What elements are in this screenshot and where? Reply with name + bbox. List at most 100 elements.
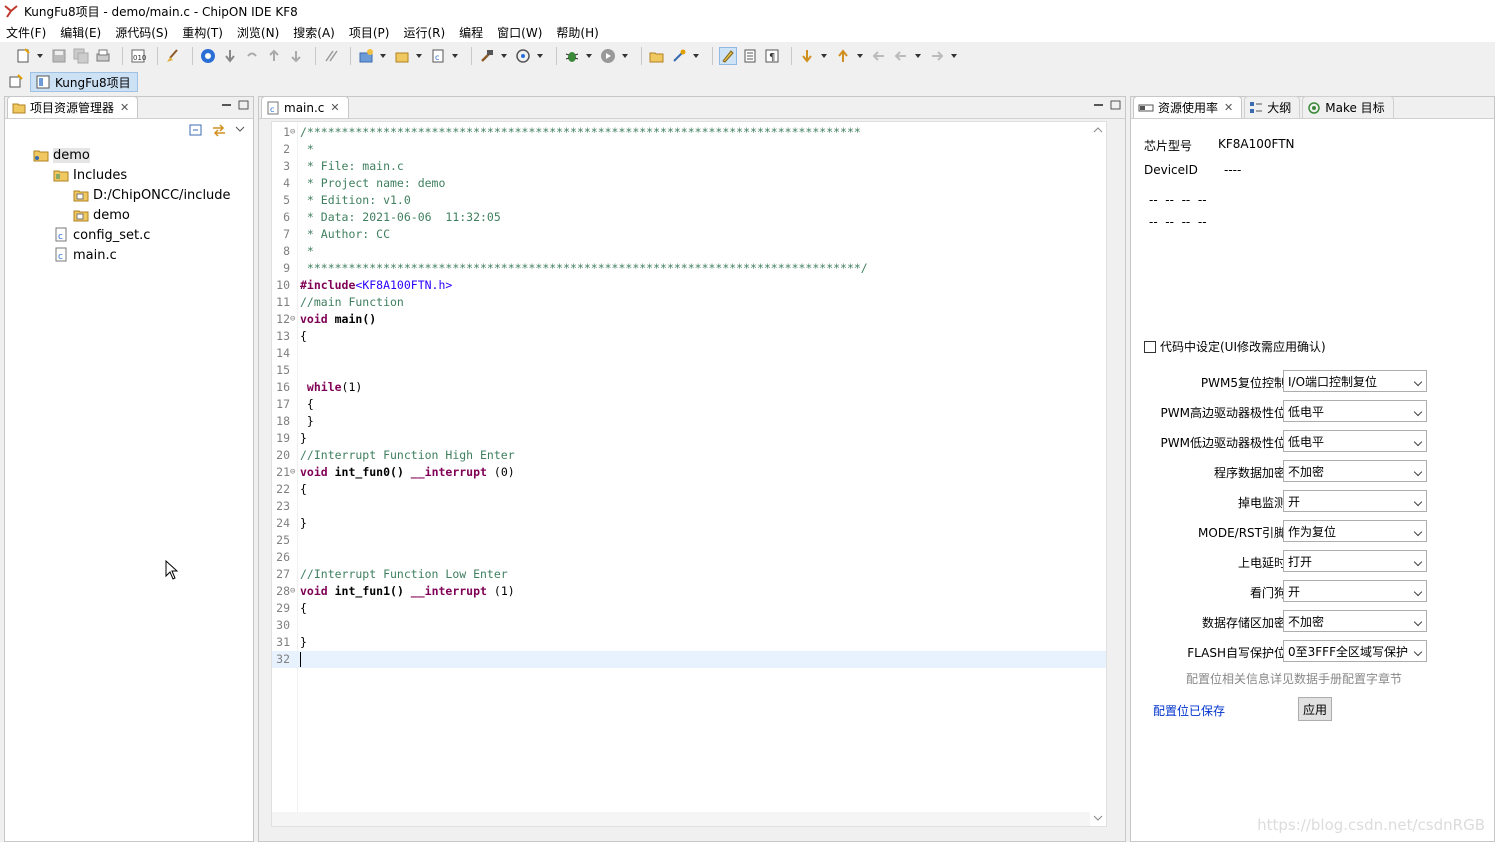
chip-settings-icon[interactable] [514, 47, 532, 65]
step-down-icon[interactable] [287, 47, 305, 65]
menu-item[interactable]: 运行(R) [403, 24, 445, 41]
new-folder-icon[interactable] [393, 47, 411, 65]
debug-dropdown[interactable] [585, 47, 593, 65]
code-editor[interactable]: 1 ⊖/*************************************… [271, 121, 1107, 827]
binary-icon[interactable]: 010 [129, 47, 147, 65]
config-select[interactable]: 不加密 [1283, 610, 1427, 632]
new-file-dropdown[interactable] [451, 47, 459, 65]
tree-item[interactable]: D:/ChipONCC/include [25, 185, 231, 205]
config-select[interactable]: 低电平 [1283, 430, 1427, 452]
back-icon[interactable] [892, 47, 910, 65]
minimize-icon[interactable] [221, 100, 232, 110]
code-setting-checkbox-row[interactable]: 代码中设定(UI修改需应用确认) [1144, 338, 1326, 355]
comment-icon[interactable] [322, 47, 340, 65]
forward-dropdown[interactable] [950, 47, 958, 65]
build-dropdown[interactable] [500, 47, 508, 65]
forward-icon[interactable] [928, 47, 946, 65]
config-select[interactable]: 开 [1283, 490, 1427, 512]
menu-item[interactable]: 帮助(H) [556, 24, 598, 41]
view-menu-icon[interactable] [235, 123, 245, 137]
tab-right-panel[interactable]: 大纲 [1244, 96, 1301, 118]
new-project-dropdown[interactable] [379, 47, 387, 65]
code-setting-checkbox[interactable] [1144, 340, 1156, 353]
config-select[interactable]: 作为复位 [1283, 520, 1427, 542]
tree-item[interactable]: Includes [25, 165, 231, 185]
back-dropdown[interactable] [914, 47, 922, 65]
open-folder-icon[interactable] [648, 47, 666, 65]
config-select[interactable]: 不加密 [1283, 460, 1427, 482]
prev-annotation-dropdown[interactable] [856, 47, 864, 65]
debug-icon[interactable] [563, 47, 581, 65]
tab-right-panel[interactable]: Make 目标 [1302, 96, 1394, 118]
menu-item[interactable]: 重构(T) [182, 24, 223, 41]
download-icon[interactable] [221, 47, 239, 65]
highlight-icon[interactable] [719, 47, 737, 65]
prev-annotation-icon[interactable] [834, 47, 852, 65]
build-icon[interactable] [478, 47, 496, 65]
tools-dropdown[interactable] [692, 47, 700, 65]
last-edit-icon[interactable] [870, 47, 888, 65]
print-icon[interactable] [94, 47, 112, 65]
config-select[interactable]: 打开 [1283, 550, 1427, 572]
link-editor-icon[interactable] [211, 123, 227, 137]
menu-item[interactable]: 浏览(N) [237, 24, 279, 41]
block-select-icon[interactable] [741, 47, 759, 65]
config-select[interactable]: 开 [1283, 580, 1427, 602]
config-saved-link[interactable]: 配置位已保存 [1153, 702, 1225, 719]
new-dropdown[interactable] [36, 47, 44, 65]
perspective-kungfu8[interactable]: KungFu8项目 [30, 72, 138, 92]
config-select[interactable]: 低电平 [1283, 400, 1427, 422]
new-project-icon[interactable] [357, 47, 375, 65]
run-icon[interactable] [599, 47, 617, 65]
save-icon[interactable] [50, 47, 68, 65]
tools-icon[interactable] [670, 47, 688, 65]
tree-item[interactable]: demo [25, 205, 231, 225]
menu-item[interactable]: 搜索(A) [293, 24, 335, 41]
globe-icon[interactable] [199, 47, 217, 65]
fold-toggle-icon[interactable]: ⊖ [290, 311, 295, 328]
show-whitespace-icon[interactable]: ¶ [763, 47, 781, 65]
config-select[interactable]: I/O端口控制复位 [1283, 370, 1427, 392]
tree-item[interactable]: c main.c [25, 245, 231, 265]
code-text: * Data: 2021-06-06 11:32:05 [300, 210, 501, 224]
horizontal-scrollbar[interactable] [272, 812, 1090, 826]
menu-item[interactable]: 文件(F) [6, 24, 46, 41]
close-icon[interactable]: ✕ [120, 101, 129, 114]
new-icon[interactable] [14, 47, 32, 65]
window-title: KungFu8项目 - demo/main.c - ChipON IDE KF8 [24, 4, 298, 19]
menu-item[interactable]: 源代码(S) [115, 24, 168, 41]
fold-toggle-icon[interactable]: ⊖ [290, 124, 295, 141]
save-all-icon[interactable] [72, 47, 90, 65]
tree-item[interactable]: c config_set.c [25, 225, 231, 245]
close-icon[interactable]: ✕ [1224, 101, 1233, 114]
menu-item[interactable]: 编辑(E) [60, 24, 101, 41]
next-annotation-dropdown[interactable] [820, 47, 828, 65]
menu-item[interactable]: 编程 [459, 24, 483, 41]
tab-right-panel[interactable]: 资源使用率 ✕ [1133, 96, 1243, 118]
scroll-down-icon[interactable] [1090, 812, 1106, 824]
maximize-icon[interactable] [238, 100, 249, 110]
clean-icon[interactable] [164, 47, 182, 65]
menu-item[interactable]: 项目(P) [349, 24, 390, 41]
new-folder-dropdown[interactable] [415, 47, 423, 65]
close-icon[interactable]: ✕ [330, 101, 339, 114]
menu-item[interactable]: 窗口(W) [497, 24, 542, 41]
tab-main-c[interactable]: c main.c ✕ [261, 96, 349, 118]
tree-item[interactable]: demo [25, 145, 231, 165]
config-label: FLASH自写保护位 [1187, 646, 1286, 660]
chip-settings-dropdown[interactable] [536, 47, 544, 65]
undo-icon[interactable] [243, 47, 261, 65]
minimize-icon[interactable] [1093, 100, 1104, 110]
new-file-icon[interactable]: c [429, 47, 447, 65]
collapse-all-icon[interactable] [189, 123, 203, 137]
run-dropdown[interactable] [621, 47, 629, 65]
fold-toggle-icon[interactable]: ⊖ [290, 464, 295, 481]
open-perspective-icon[interactable] [8, 74, 24, 90]
next-annotation-icon[interactable] [798, 47, 816, 65]
maximize-icon[interactable] [1110, 100, 1121, 110]
apply-button[interactable]: 应用 [1298, 697, 1332, 721]
config-select[interactable]: 0至3FFF全区域写保护 [1283, 640, 1427, 662]
step-up-icon[interactable] [265, 47, 283, 65]
tab-project-explorer[interactable]: 项目资源管理器 ✕ [7, 96, 139, 118]
fold-toggle-icon[interactable]: ⊖ [290, 583, 295, 600]
